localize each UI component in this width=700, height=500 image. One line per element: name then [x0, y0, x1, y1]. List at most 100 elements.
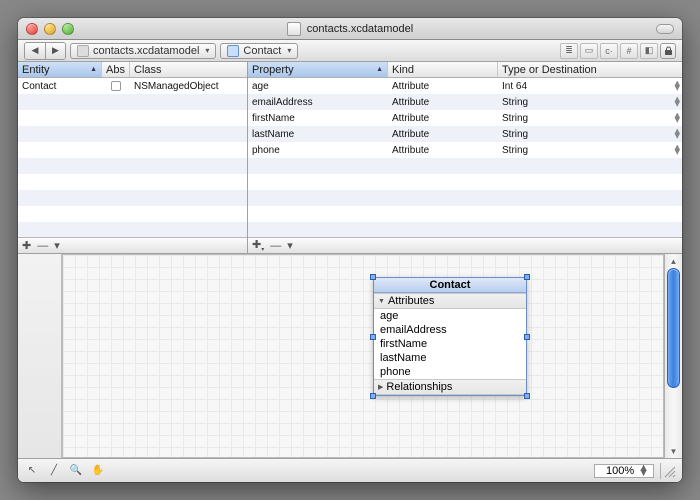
table-row[interactable]: [248, 174, 682, 190]
property-menu-button[interactable]: ▾: [287, 239, 293, 252]
add-property-button[interactable]: ✚▾: [252, 238, 264, 253]
table-row[interactable]: [18, 174, 247, 190]
stepper-icon[interactable]: ▴▾: [674, 113, 680, 123]
table-row[interactable]: [18, 126, 247, 142]
scroll-down-icon[interactable]: ▼: [665, 444, 682, 458]
tb-btn-1[interactable]: ≣: [560, 43, 578, 59]
remove-property-button[interactable]: —: [270, 240, 281, 252]
zoom-field[interactable]: 100% ▲▼: [594, 464, 654, 478]
cell-type: Int 64▴▾: [498, 81, 682, 92]
diagram-canvas[interactable]: Contact ▼Attributes ageemailAddressfirst…: [62, 254, 664, 458]
back-button[interactable]: ◀: [25, 43, 45, 59]
stepper-icon[interactable]: ▲▼: [638, 466, 649, 476]
close-icon[interactable]: [26, 23, 38, 35]
table-row[interactable]: [18, 142, 247, 158]
entity-attr-row[interactable]: firstName: [374, 337, 526, 351]
col-type[interactable]: Type or Destination: [498, 62, 682, 77]
resize-handle[interactable]: [524, 274, 530, 280]
table-row[interactable]: [248, 158, 682, 174]
stepper-icon[interactable]: ▴▾: [674, 145, 680, 155]
stepper-icon[interactable]: ▴▾: [674, 97, 680, 107]
line-tool[interactable]: ╱: [46, 464, 62, 478]
table-row[interactable]: [18, 190, 247, 206]
titlebar[interactable]: contacts.xcdatamodel: [18, 18, 682, 40]
window-title: contacts.xcdatamodel: [18, 22, 682, 36]
entity-footer: ✚ — ▾: [18, 237, 247, 253]
zoom-icon[interactable]: [62, 23, 74, 35]
property-header: Property▲ Kind Type or Destination: [248, 62, 682, 78]
col-abs[interactable]: Abs: [102, 62, 130, 77]
toolbar-right: ≣ ▭ c· # ◧: [560, 43, 676, 59]
scroll-thumb[interactable]: [667, 268, 680, 388]
checkbox[interactable]: [111, 81, 121, 91]
stepper-icon[interactable]: ▴▾: [674, 129, 680, 139]
table-row[interactable]: [248, 206, 682, 222]
entity-box-title[interactable]: Contact: [374, 278, 526, 293]
disclosure-open-icon: ▼: [378, 298, 385, 305]
resize-grip-icon[interactable]: [660, 463, 676, 479]
entity-box[interactable]: Contact ▼Attributes ageemailAddressfirst…: [373, 277, 527, 396]
cell-class: NSManagedObject: [130, 81, 247, 92]
table-row[interactable]: [18, 110, 247, 126]
table-row[interactable]: [18, 94, 247, 110]
col-property[interactable]: Property▲: [248, 62, 388, 77]
table-row[interactable]: [248, 190, 682, 206]
disclosure-closed-icon: ▶: [378, 383, 383, 391]
cell-property: age: [248, 81, 388, 92]
tb-btn-5[interactable]: ◧: [640, 43, 658, 59]
table-row[interactable]: ageAttributeInt 64▴▾: [248, 78, 682, 94]
path-entity[interactable]: Contact ▾: [220, 43, 298, 59]
table-row[interactable]: [18, 158, 247, 174]
remove-entity-button[interactable]: —: [37, 240, 48, 252]
resize-handle[interactable]: [524, 393, 530, 399]
forward-button[interactable]: ▶: [45, 43, 65, 59]
cell-kind: Attribute: [388, 129, 498, 140]
entity-attr-row[interactable]: emailAddress: [374, 323, 526, 337]
table-row[interactable]: ContactNSManagedObject: [18, 78, 247, 94]
property-footer: ✚▾ — ▾: [248, 237, 682, 253]
path-file[interactable]: contacts.xcdatamodel ▾: [70, 43, 216, 59]
window-title-text: contacts.xcdatamodel: [307, 23, 413, 35]
lock-icon: [664, 46, 673, 56]
minimize-icon[interactable]: [44, 23, 56, 35]
add-entity-button[interactable]: ✚: [22, 239, 31, 252]
resize-handle[interactable]: [370, 274, 376, 280]
table-row[interactable]: phoneAttributeString▴▾: [248, 142, 682, 158]
tb-btn-3[interactable]: c·: [600, 43, 618, 59]
pointer-tool[interactable]: ↖: [24, 464, 40, 478]
editor-window: contacts.xcdatamodel ◀ ▶ contacts.xcdata…: [18, 18, 682, 482]
entity-attr-row[interactable]: age: [374, 309, 526, 323]
table-row[interactable]: [248, 222, 682, 237]
table-row[interactable]: firstNameAttributeString▴▾: [248, 110, 682, 126]
table-row[interactable]: lastNameAttributeString▴▾: [248, 126, 682, 142]
resize-handle[interactable]: [370, 393, 376, 399]
entity-attr-row[interactable]: lastName: [374, 351, 526, 365]
entity-pane: Entity▲ Abs Class ContactNSManagedObject…: [18, 62, 248, 253]
resize-handle[interactable]: [370, 334, 376, 340]
table-row[interactable]: [18, 222, 247, 237]
lock-button[interactable]: [660, 43, 676, 59]
table-row[interactable]: [18, 206, 247, 222]
magnify-tool[interactable]: 🔍: [68, 464, 84, 478]
entity-body[interactable]: ContactNSManagedObject: [18, 78, 247, 237]
scroll-up-icon[interactable]: ▲: [665, 254, 682, 268]
hand-tool[interactable]: ✋: [90, 464, 106, 478]
relationships-section[interactable]: ▶Relationships: [374, 379, 526, 395]
stepper-icon[interactable]: ▴▾: [674, 81, 680, 91]
attributes-section[interactable]: ▼Attributes: [374, 293, 526, 309]
col-kind[interactable]: Kind: [388, 62, 498, 77]
diagram-area: Contact ▼Attributes ageemailAddressfirst…: [18, 254, 682, 482]
table-row[interactable]: emailAddressAttributeString▴▾: [248, 94, 682, 110]
col-class[interactable]: Class: [130, 62, 247, 77]
toolbar-pill-icon[interactable]: [656, 24, 674, 34]
property-body[interactable]: ageAttributeInt 64▴▾emailAddressAttribut…: [248, 78, 682, 237]
vertical-scrollbar[interactable]: ▲ ▼: [664, 254, 682, 458]
tb-btn-2[interactable]: ▭: [580, 43, 598, 59]
col-entity[interactable]: Entity▲: [18, 62, 102, 77]
entity-menu-button[interactable]: ▾: [54, 239, 60, 252]
sort-asc-icon: ▲: [376, 66, 383, 73]
entity-attr-row[interactable]: phone: [374, 365, 526, 379]
cell-abs[interactable]: [102, 81, 130, 91]
resize-handle[interactable]: [524, 334, 530, 340]
tb-btn-4[interactable]: #: [620, 43, 638, 59]
